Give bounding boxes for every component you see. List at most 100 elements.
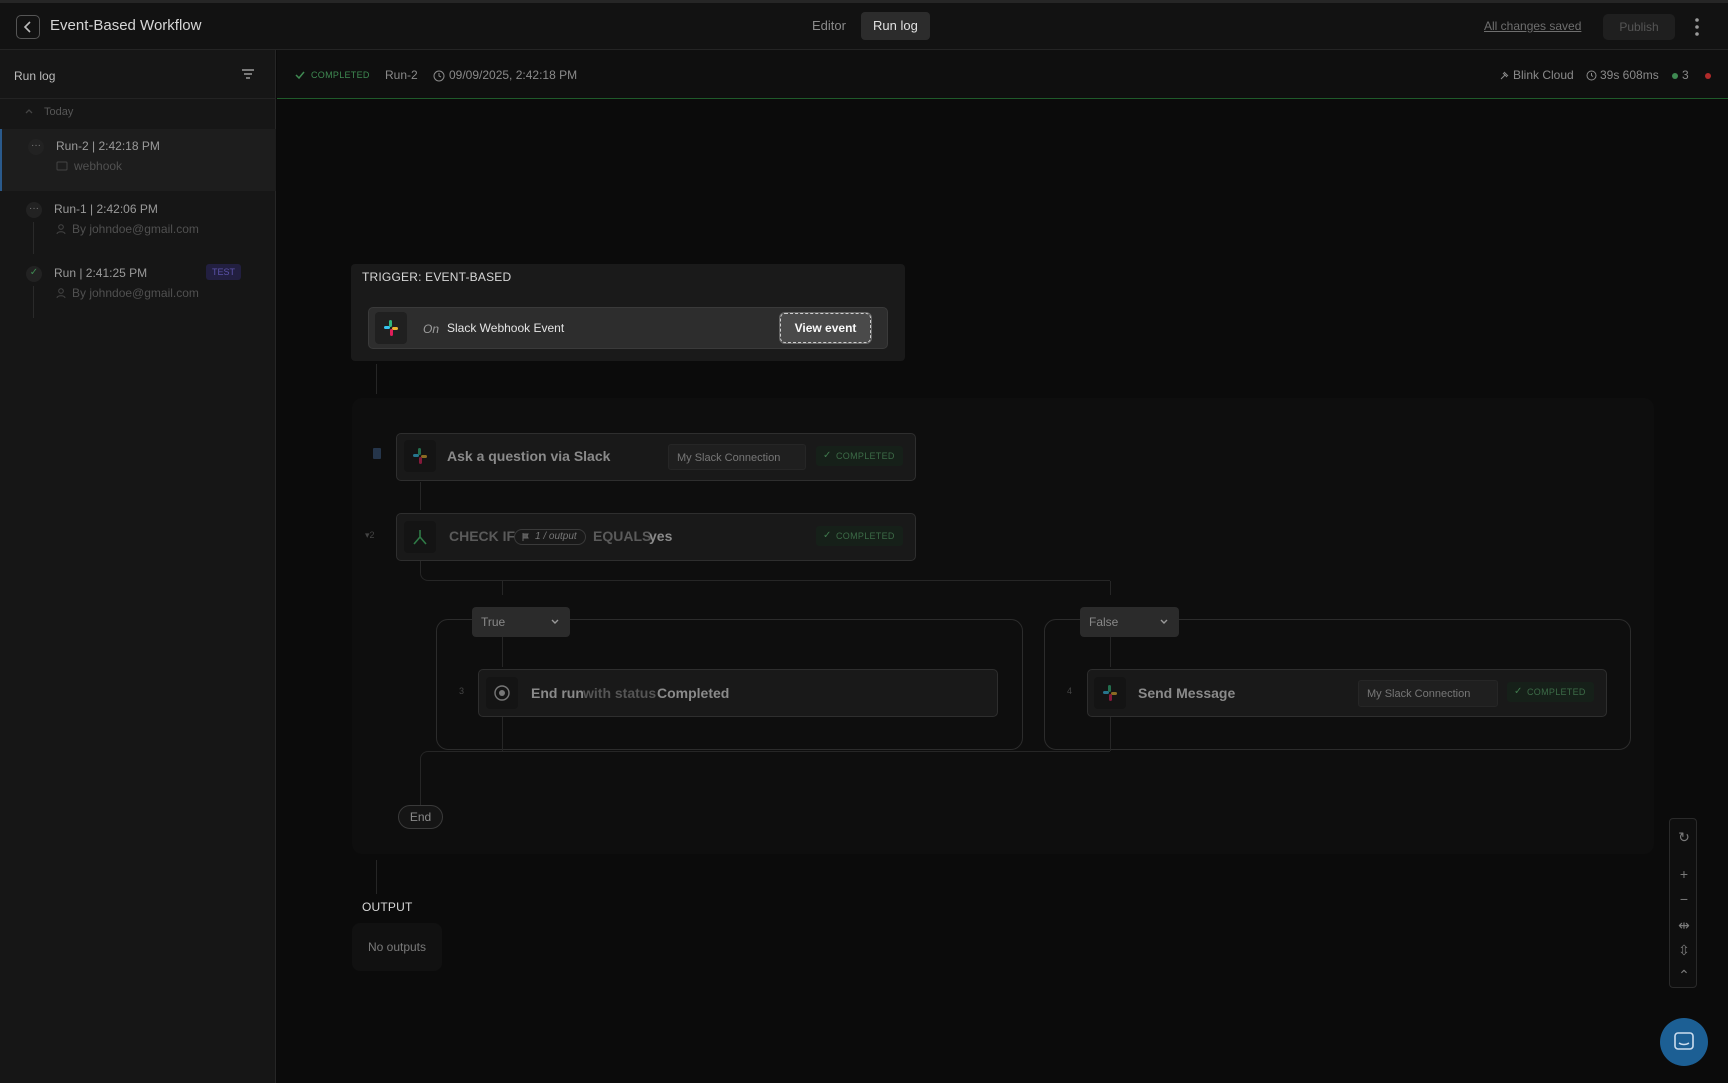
connector-line: [376, 364, 377, 394]
connector-line: [1110, 581, 1111, 595]
run-name: Run | 2:41:25 PM: [54, 266, 148, 280]
connection-select[interactable]: My Slack Connection: [668, 444, 806, 470]
chevron-up-icon[interactable]: [24, 106, 34, 116]
connector-line: [420, 751, 1110, 771]
back-button[interactable]: [16, 15, 40, 39]
user-icon: [56, 288, 66, 299]
more-options-icon[interactable]: [1689, 17, 1705, 37]
branch-icon: [404, 521, 436, 553]
connector-line: [420, 482, 421, 510]
check-keyword: CHECK IF: [449, 528, 516, 544]
variable-chip[interactable]: 1 / output: [514, 529, 586, 545]
flag-icon: [522, 533, 529, 541]
compare-value: yes: [649, 528, 673, 544]
step-index: 3: [459, 686, 465, 696]
environment-label: Blink Cloud: [1513, 68, 1574, 82]
branch-dropdown-true[interactable]: True: [472, 607, 570, 637]
run-name: Run-2: [385, 68, 418, 82]
step-title: Ask a question via Slack: [447, 448, 611, 464]
connector-line: [420, 561, 1110, 581]
slack-icon: [404, 440, 436, 472]
slack-icon: [1094, 677, 1126, 709]
save-status-link[interactable]: All changes saved: [1484, 19, 1581, 33]
divider: [0, 98, 276, 99]
connector-line: [502, 637, 503, 667]
connector-line: [502, 581, 503, 595]
step-index: ▾2: [365, 530, 375, 540]
end-node: End: [398, 805, 443, 829]
branch-dropdown-false[interactable]: False: [1080, 607, 1179, 637]
trigger-prefix: On: [423, 322, 440, 336]
success-count: 3: [1682, 68, 1689, 82]
variable-name: 1 / output: [535, 531, 577, 542]
running-icon: ···: [26, 202, 42, 218]
pin-icon: [1500, 71, 1509, 80]
chat-icon: [1674, 1032, 1694, 1050]
status-badge: COMPLETED: [1507, 682, 1594, 702]
end-run-status: Completed: [657, 685, 730, 701]
timeline-line: [33, 286, 34, 318]
zoom-in-icon[interactable]: +: [1674, 864, 1694, 884]
run-source: webhook: [74, 159, 123, 173]
workflow-title: Event-Based Workflow: [50, 17, 202, 34]
run-duration: 39s 608ms: [1600, 68, 1659, 82]
end-run-with: with status: [583, 685, 657, 701]
webhook-icon: [56, 161, 68, 171]
view-event-button[interactable]: View event: [780, 313, 871, 343]
running-icon: ···: [28, 139, 44, 155]
clock-icon: [433, 70, 445, 82]
status-badge: COMPLETED: [816, 526, 903, 546]
connection-select[interactable]: My Slack Connection: [1358, 680, 1498, 707]
trigger-label: TRIGGER: EVENT-BASED: [362, 270, 512, 284]
operator: EQUALS: [593, 528, 652, 544]
app-window: Event-Based Workflow Editor Run log All …: [0, 0, 1728, 1083]
run-name: Run-1 | 2:42:06 PM: [54, 202, 158, 216]
timer-icon: [1586, 70, 1597, 81]
connector-line: [1110, 717, 1111, 751]
check-icon: [295, 71, 305, 80]
reset-view-icon[interactable]: ↻: [1674, 827, 1694, 847]
fit-height-icon[interactable]: ⇳: [1674, 940, 1694, 960]
output-empty: No outputs: [352, 923, 442, 971]
slack-icon: [375, 312, 407, 344]
tab-run-log[interactable]: Run log: [861, 12, 930, 40]
check-icon: ✓: [26, 266, 42, 282]
connector-line: [1110, 637, 1111, 667]
run-item-run-1[interactable]: ··· Run-1 | 2:42:06 PM By johndoe@gmail.…: [0, 192, 276, 254]
run-datetime: 09/09/2025, 2:42:18 PM: [449, 68, 578, 82]
step-marker: [373, 448, 381, 459]
run-name: Run-2 | 2:42:18 PM: [56, 139, 160, 153]
success-dot: [1672, 73, 1678, 79]
expand-icon[interactable]: ⌃: [1674, 965, 1694, 985]
chevron-down-icon: [551, 619, 559, 624]
end-run-action: End run: [531, 685, 584, 701]
connector-line: [420, 771, 421, 805]
chat-support-button[interactable]: [1660, 1018, 1708, 1066]
branch-label: True: [481, 615, 506, 629]
tab-editor[interactable]: Editor: [800, 12, 858, 40]
top-bar: Event-Based Workflow Editor Run log All …: [0, 3, 1728, 50]
connector-line: [502, 717, 503, 751]
zoom-out-icon[interactable]: −: [1674, 889, 1694, 909]
zoom-controls: ↻ + − ⇹ ⇳ ⌃: [1669, 818, 1697, 988]
branch-label: False: [1089, 615, 1119, 629]
filter-icon[interactable]: [241, 68, 255, 80]
test-badge: TEST: [206, 264, 242, 280]
step-title: Send Message: [1138, 685, 1236, 701]
chevron-down-icon: [1160, 619, 1168, 624]
run-item-run[interactable]: ✓ Run | 2:41:25 PM TEST By johndoe@gmail…: [0, 256, 276, 318]
chevron-left-icon: [23, 21, 31, 33]
connector-line: [376, 860, 377, 894]
publish-button[interactable]: Publish: [1603, 14, 1675, 40]
sidebar-title: Run log: [14, 69, 56, 83]
run-status: COMPLETED: [311, 70, 370, 80]
run-status-bar: COMPLETED Run-2 09/09/2025, 2:42:18 PM B…: [277, 50, 1728, 99]
stop-icon: [486, 677, 518, 709]
output-label: OUTPUT: [362, 900, 413, 914]
run-item-run-2[interactable]: ··· Run-2 | 2:42:18 PM webhook: [0, 129, 276, 191]
trigger-name: Slack Webhook Event: [447, 321, 565, 335]
fit-width-icon[interactable]: ⇹: [1674, 915, 1694, 935]
run-log-sidebar: Run log Today ··· Run-2 | 2:42:18 PM web…: [0, 50, 276, 1083]
run-author: By johndoe@gmail.com: [72, 286, 199, 300]
status-badge: COMPLETED: [816, 446, 903, 466]
